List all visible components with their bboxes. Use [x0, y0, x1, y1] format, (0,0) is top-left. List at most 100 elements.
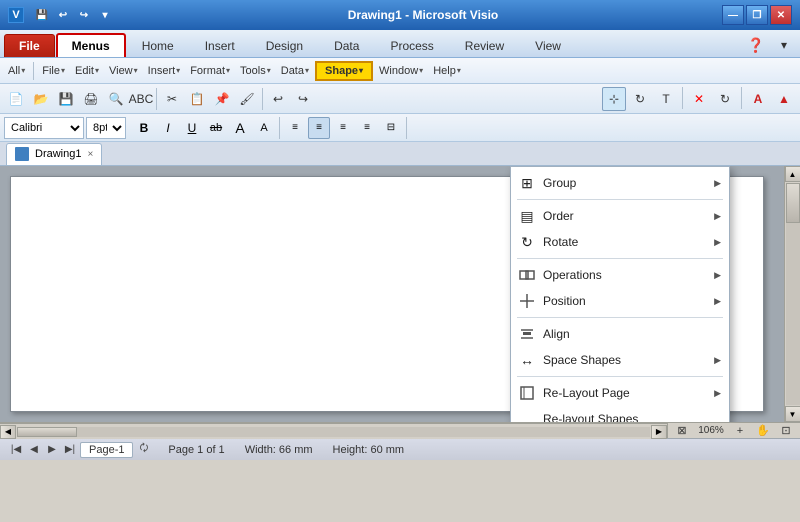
menu-item-group[interactable]: ⊞ Group	[511, 170, 729, 196]
menu-format[interactable]: Format ▾	[186, 63, 234, 79]
menu-edit[interactable]: Edit ▾	[71, 63, 103, 79]
scroll-up-btn[interactable]: ▲	[785, 166, 800, 182]
cut-btn[interactable]: ✂	[160, 87, 184, 111]
paste-btn[interactable]: 📌	[210, 87, 234, 111]
restore-btn[interactable]: ❐	[746, 5, 768, 25]
fit-page-btn[interactable]: ⊠	[672, 421, 692, 441]
font-family-select[interactable]: Calibri	[4, 117, 84, 139]
menu-data[interactable]: Data ▾	[277, 63, 313, 79]
menu-file[interactable]: File ▾	[38, 63, 69, 79]
menu-all[interactable]: All ▾	[4, 63, 29, 79]
align-center-btn[interactable]: ≡	[308, 117, 330, 139]
prev-page-btn[interactable]: ◀	[26, 442, 42, 458]
font-color-btn[interactable]: A	[746, 87, 770, 111]
tab-view[interactable]: View	[520, 34, 576, 57]
group-icon: ⊞	[517, 173, 537, 193]
hscroll-thumb[interactable]	[17, 427, 77, 437]
menu-item-relayout-page[interactable]: Re-Layout Page	[511, 380, 729, 406]
tab-design[interactable]: Design	[251, 34, 318, 57]
new-btn[interactable]: 📄	[4, 87, 28, 111]
menu-view[interactable]: View ▾	[105, 63, 142, 79]
vertical-align-btn[interactable]: ⊟	[380, 117, 402, 139]
tab-review[interactable]: Review	[450, 34, 519, 57]
document-tab[interactable]: Drawing1 ×	[6, 143, 102, 165]
zoom-in-btn[interactable]: ✕	[687, 87, 711, 111]
tab-home[interactable]: Home	[127, 34, 189, 57]
font-size-select[interactable]: 8pt	[86, 117, 126, 139]
save-quick-btn[interactable]: 💾	[33, 6, 51, 24]
menu-item-space-shapes[interactable]: ↔ Space Shapes	[511, 347, 729, 373]
scroll-thumb[interactable]	[786, 183, 800, 223]
menu-item-order[interactable]: ▤ Order	[511, 203, 729, 229]
undo-quick-btn[interactable]: ↩	[54, 6, 72, 24]
print-btn[interactable]: 🖨	[79, 87, 103, 111]
doc-tab-close-btn[interactable]: ×	[87, 149, 93, 160]
title-bar: V 💾 ↩ ↪ ▾ Drawing1 - Microsoft Visio — ❐…	[0, 0, 800, 30]
tab-process[interactable]: Process	[375, 34, 448, 57]
scroll-track[interactable]	[786, 183, 800, 405]
qa-dropdown-btn[interactable]: ▾	[96, 6, 114, 24]
zoom-btn2[interactable]: ↻	[713, 87, 737, 111]
font-size-down-btn[interactable]: A	[253, 117, 275, 139]
menu-item-align[interactable]: Align	[511, 321, 729, 347]
tab-insert[interactable]: Insert	[190, 34, 250, 57]
full-screen-btn[interactable]: ⊡	[776, 421, 796, 441]
fill-color-btn[interactable]: ▲	[772, 87, 796, 111]
rotate-label: Rotate	[543, 235, 578, 249]
help-icon[interactable]: ❓	[744, 33, 768, 57]
justify-btn[interactable]: ≡	[356, 117, 378, 139]
menu-item-operations[interactable]: Operations	[511, 262, 729, 288]
scroll-right-btn[interactable]: ▶	[651, 425, 667, 439]
redo-quick-btn[interactable]: ↪	[75, 6, 93, 24]
menu-insert[interactable]: Insert ▾	[144, 63, 185, 79]
page-nav[interactable]: |◀ ◀ ▶ ▶| Page-1 🗘	[8, 441, 148, 458]
copy-btn[interactable]: 📋	[185, 87, 209, 111]
menu-help[interactable]: Help ▾	[429, 63, 465, 79]
save-btn[interactable]: 💾	[54, 87, 78, 111]
close-btn[interactable]: ✕	[770, 5, 792, 25]
menu-window[interactable]: Window ▾	[375, 63, 427, 79]
vertical-scrollbar[interactable]: ▲ ▼	[784, 166, 800, 422]
menu-item-rotate[interactable]: ↻ Rotate	[511, 229, 729, 255]
undo-btn[interactable]: ↩	[266, 87, 290, 111]
font-size-up-btn[interactable]: A	[229, 117, 251, 139]
ribbon-minimize-icon[interactable]: ▾	[772, 33, 796, 57]
zoom-in-status-btn[interactable]: +	[730, 421, 750, 441]
text-tool-btn[interactable]: T	[654, 87, 678, 111]
last-page-btn[interactable]: ▶|	[62, 442, 78, 458]
operations-icon	[517, 265, 537, 285]
minimize-btn[interactable]: —	[722, 5, 744, 25]
scroll-left-btn[interactable]: ◀	[0, 425, 16, 439]
italic-btn[interactable]: I	[157, 117, 179, 139]
bold-btn[interactable]: B	[133, 117, 155, 139]
canvas-area[interactable]: ⊞ Group ▤ Order ↻ Rotate Operations	[0, 166, 784, 422]
hscroll-track[interactable]	[17, 427, 650, 437]
open-btn[interactable]: 📂	[29, 87, 53, 111]
preview-btn[interactable]: 🔍	[104, 87, 128, 111]
tab-menus[interactable]: Menus	[56, 33, 126, 57]
menu-shape[interactable]: Shape ▾	[315, 61, 373, 81]
horizontal-scrollbar[interactable]: ◀ ▶	[0, 423, 667, 439]
align-left-btn[interactable]: ≡	[284, 117, 306, 139]
next-page-btn[interactable]: ▶	[44, 442, 60, 458]
align-right-btn[interactable]: ≡	[332, 117, 354, 139]
pointer-tool-btn[interactable]: ⊹	[602, 87, 626, 111]
menu-tools[interactable]: Tools ▾	[236, 63, 275, 79]
pan-tool-btn[interactable]: ✋	[753, 421, 773, 441]
scroll-down-btn[interactable]: ▼	[785, 406, 800, 422]
zoom-percent-btn[interactable]: 106%	[695, 421, 727, 441]
tab-file[interactable]: File	[4, 34, 55, 57]
first-page-btn[interactable]: |◀	[8, 442, 24, 458]
window-controls[interactable]: — ❐ ✕	[722, 5, 792, 25]
quick-access-toolbar[interactable]: V 💾 ↩ ↪ ▾	[8, 6, 114, 24]
connection-tool-btn[interactable]: ↻	[628, 87, 652, 111]
spell-btn[interactable]: ABC	[129, 87, 153, 111]
format-painter-btn[interactable]: 🖌	[235, 87, 259, 111]
menu-item-position[interactable]: Position	[511, 288, 729, 314]
underline-btn[interactable]: U	[181, 117, 203, 139]
page-tab-label[interactable]: Page-1	[80, 442, 133, 458]
strikethrough-btn[interactable]: ab	[205, 117, 227, 139]
menu-item-relayout-shapes[interactable]: Re-layout Shapes	[511, 406, 729, 422]
redo-btn[interactable]: ↪	[291, 87, 315, 111]
tab-data[interactable]: Data	[319, 34, 374, 57]
